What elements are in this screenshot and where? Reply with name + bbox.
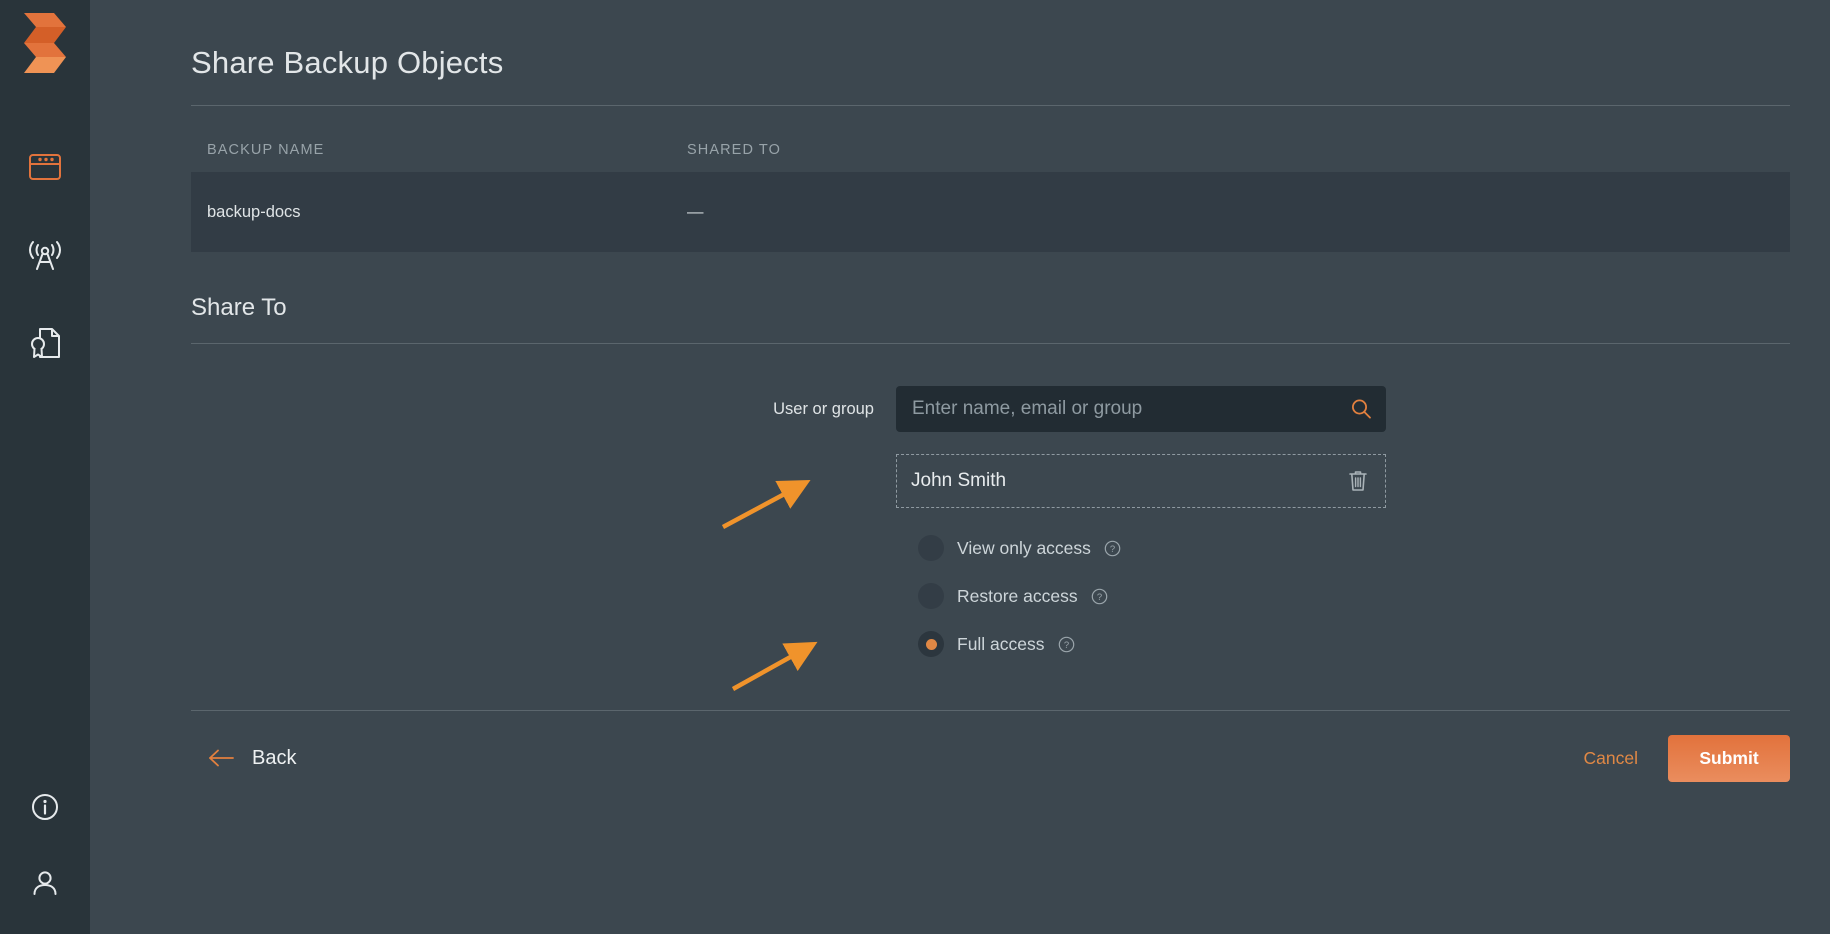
sidebar-nav-bottom [0, 784, 90, 906]
selected-user-chip[interactable]: John Smith [896, 454, 1386, 508]
column-header-shared-to: SHARED TO [687, 142, 1774, 158]
help-circle-icon[interactable]: ? [1091, 588, 1108, 605]
help-circle-icon-glyph: ? [1091, 588, 1108, 605]
title-divider [191, 105, 1790, 106]
svg-text:?: ? [1096, 592, 1101, 603]
sidebar [0, 0, 90, 934]
share-to-title: Share To [191, 294, 1790, 322]
help-circle-icon[interactable]: ? [1104, 540, 1121, 557]
footer-bar: Back Cancel Submit [191, 711, 1790, 805]
cell-backup-name: backup-docs [207, 203, 687, 222]
cancel-button[interactable]: Cancel [1584, 748, 1638, 769]
back-button[interactable]: Back [191, 747, 296, 770]
sidebar-item-certificates[interactable] [22, 320, 68, 366]
search-input[interactable]: Enter name, email or group [896, 386, 1386, 432]
svg-text:?: ? [1110, 544, 1115, 555]
arrow-left-icon-glyph [207, 749, 235, 767]
sidebar-nav-top [22, 144, 68, 366]
arrow-left-icon [207, 749, 235, 767]
dashboard-window-icon [28, 152, 62, 182]
radio-full-access[interactable] [918, 631, 944, 657]
help-circle-icon-glyph: ? [1058, 636, 1075, 653]
selected-users-spacer [191, 454, 896, 508]
selected-user-name: John Smith [911, 470, 1006, 492]
trash-icon-glyph [1347, 469, 1369, 493]
sidebar-item-info[interactable] [22, 784, 68, 830]
selected-users-row: John Smith [191, 454, 1790, 508]
sidebar-item-account[interactable] [22, 860, 68, 906]
search-input-placeholder: Enter name, email or group [912, 398, 1142, 420]
radio-view-only[interactable] [918, 535, 944, 561]
access-option-label: Full access [957, 634, 1045, 655]
table-header-row: BACKUP NAME SHARED TO [191, 142, 1790, 172]
app-logo[interactable] [19, 8, 71, 78]
backup-table: BACKUP NAME SHARED TO backup-docs — [191, 142, 1790, 252]
svg-text:?: ? [1063, 640, 1068, 651]
radio-restore[interactable] [918, 583, 944, 609]
access-option-label: View only access [957, 538, 1091, 559]
cell-shared-to: — [687, 203, 1774, 222]
sidebar-item-dashboard[interactable] [22, 144, 68, 190]
access-options-group: View only access ? Restore access [896, 524, 1790, 668]
column-header-backup-name: BACKUP NAME [207, 142, 687, 158]
access-option-full[interactable]: Full access ? [918, 620, 1790, 668]
user-or-group-label: User or group [191, 400, 896, 419]
help-circle-icon[interactable]: ? [1058, 636, 1075, 653]
trash-icon[interactable] [1347, 469, 1369, 493]
share-to-divider [191, 343, 1790, 344]
access-option-view-only[interactable]: View only access ? [918, 524, 1790, 572]
search-icon-glyph [1350, 398, 1372, 420]
main-content: Share Backup Objects BACKUP NAME SHARED … [90, 0, 1830, 934]
broadcast-antenna-icon [27, 238, 63, 272]
back-button-label: Back [252, 747, 296, 770]
access-option-label: Restore access [957, 586, 1078, 607]
share-backup-objects-page: Share Backup Objects BACKUP NAME SHARED … [0, 0, 1830, 934]
search-icon[interactable] [1350, 398, 1372, 420]
user-account-icon [30, 868, 60, 898]
sidebar-item-broadcast[interactable] [22, 232, 68, 278]
table-row[interactable]: backup-docs — [191, 172, 1790, 252]
app-logo-icon [22, 11, 68, 75]
submit-button[interactable]: Submit [1668, 735, 1790, 782]
access-option-restore[interactable]: Restore access ? [918, 572, 1790, 620]
page-title: Share Backup Objects [191, 0, 1790, 81]
certificate-document-icon [28, 326, 62, 360]
info-circle-icon [30, 792, 60, 822]
help-circle-icon-glyph: ? [1104, 540, 1121, 557]
share-to-form: User or group Enter name, email or group… [191, 386, 1790, 668]
user-or-group-row: User or group Enter name, email or group [191, 386, 1790, 432]
footer-actions: Cancel Submit [1584, 735, 1790, 782]
